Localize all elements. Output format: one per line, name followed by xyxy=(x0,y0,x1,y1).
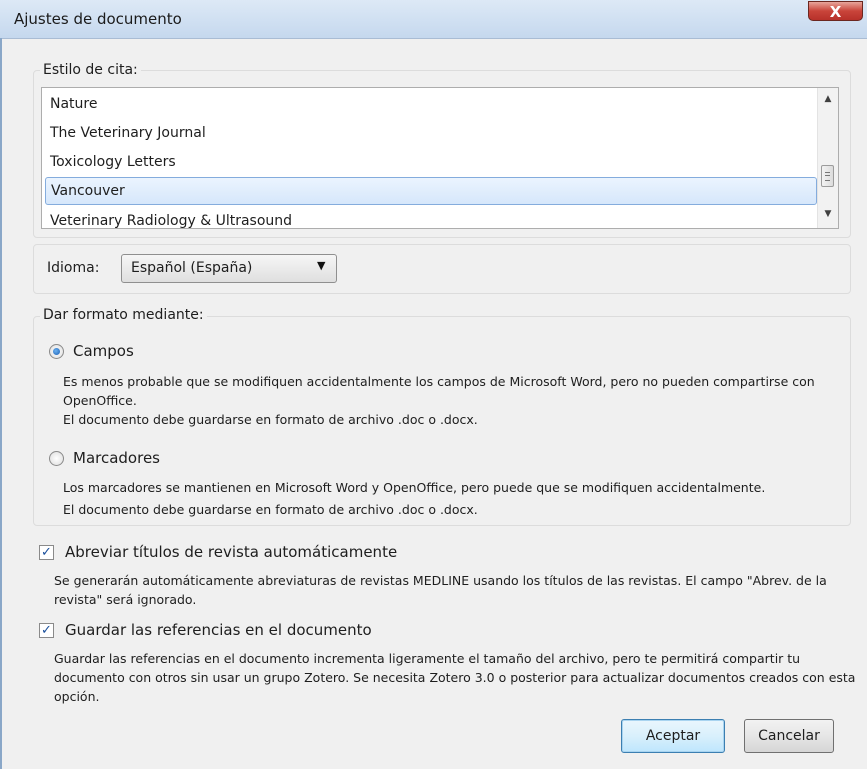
list-item-selected[interactable]: Vancouver xyxy=(45,177,817,205)
bookmarks-format-note: El documento debe guardarse en formato d… xyxy=(63,502,478,517)
close-button[interactable]: X xyxy=(808,1,863,21)
format-legend: Dar formato mediante: xyxy=(40,307,207,323)
citation-style-list[interactable]: Nature The Veterinary Journal Toxicology… xyxy=(41,87,839,229)
bookmarks-label[interactable]: Marcadores xyxy=(73,449,160,467)
ok-button[interactable]: Aceptar xyxy=(621,719,725,753)
scroll-up-icon[interactable]: ▲ xyxy=(818,90,838,108)
citation-style-legend: Estilo de cita: xyxy=(40,62,141,78)
store-references-checkbox[interactable]: ✓ xyxy=(39,623,54,638)
close-icon: X xyxy=(829,3,842,21)
store-references-label[interactable]: Guardar las referencias en el documento xyxy=(65,621,372,639)
check-icon: ✓ xyxy=(41,623,52,638)
title-bar: Ajustes de documento X xyxy=(0,0,867,39)
check-icon: ✓ xyxy=(41,545,52,560)
bookmarks-description: Los marcadores se mantienen en Microsoft… xyxy=(63,480,766,495)
scroll-thumb[interactable] xyxy=(821,165,834,187)
store-references-description: Guardar las referencias en el documento … xyxy=(54,651,856,704)
fields-format-note: El documento debe guardarse en formato d… xyxy=(63,412,478,427)
abbreviate-description: Se generarán automáticamente abreviatura… xyxy=(54,573,827,607)
list-item[interactable]: The Veterinary Journal xyxy=(42,119,816,147)
bookmarks-radio[interactable] xyxy=(49,451,64,466)
abbreviate-checkbox[interactable]: ✓ xyxy=(39,545,54,560)
cancel-button[interactable]: Cancelar xyxy=(744,719,834,753)
list-scrollbar[interactable]: ▲ ▼ xyxy=(817,88,838,228)
abbreviate-label[interactable]: Abreviar títulos de revista automáticame… xyxy=(65,543,397,561)
fields-description: Es menos probable que se modifiquen acci… xyxy=(63,374,815,408)
window-border xyxy=(0,38,2,769)
list-item[interactable]: Veterinary Radiology & Ultrasound xyxy=(42,207,816,228)
fields-label[interactable]: Campos xyxy=(73,342,134,360)
scroll-down-icon[interactable]: ▼ xyxy=(818,205,838,223)
language-select-value: Español (España) xyxy=(131,260,253,276)
list-item[interactable]: Nature xyxy=(42,90,816,118)
dropdown-arrow-icon: ▼ xyxy=(317,259,326,272)
list-item[interactable]: Toxicology Letters xyxy=(42,148,816,176)
fields-radio[interactable] xyxy=(49,344,64,359)
language-label: Idioma: xyxy=(47,260,100,276)
window-title: Ajustes de documento xyxy=(14,10,182,28)
language-select[interactable]: Español (España) ▼ xyxy=(121,254,337,283)
